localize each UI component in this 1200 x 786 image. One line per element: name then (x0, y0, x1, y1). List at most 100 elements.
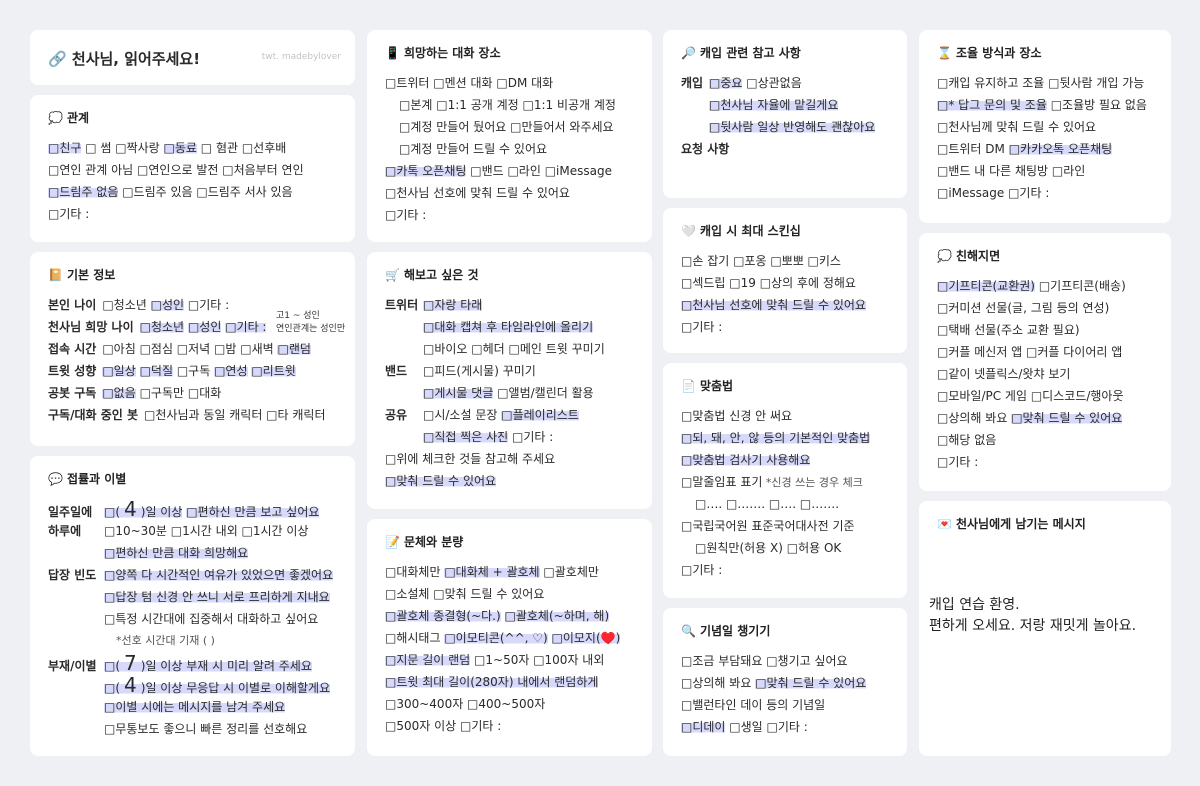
option-row[interactable]: □기타 : (48, 203, 337, 225)
option-row[interactable]: □트위터 □멘션 대화 □DM 대화 (385, 72, 634, 94)
option[interactable]: □대화체만 (385, 565, 441, 579)
option[interactable]: □대화 캡쳐 후 타임라인에 올리기 (423, 320, 594, 334)
option[interactable]: )일 이상 (141, 505, 183, 519)
option[interactable]: □청소년 (139, 320, 185, 334)
option-row[interactable]: □기타 : (681, 316, 889, 338)
option-row[interactable]: □500자 이상 □기타 : (385, 715, 634, 737)
option[interactable]: □양쪽 다 시간적인 여유가 있었으면 좋겠어요 (104, 568, 334, 582)
option[interactable]: □답장 텀 신경 안 쓰니 서로 프리하게 지내요 (104, 590, 330, 604)
option-row[interactable]: □캐입 유지하고 조율 □뒷사람 개입 가능 (937, 72, 1153, 94)
option[interactable]: □맞춰 드릴 수 있어요 (755, 676, 867, 690)
option[interactable]: □연성 (214, 364, 248, 378)
option[interactable]: □덕질 (139, 364, 174, 378)
option[interactable]: □이모티콘(^^, ♡) (444, 631, 548, 645)
option[interactable]: □대화체 + 괄호체 (444, 565, 540, 579)
option[interactable]: □기타 : (512, 430, 553, 444)
option[interactable]: □드림주 있음 □드림주 서사 있음 (122, 185, 292, 199)
option-row[interactable]: □…. □……. □…. □……. (681, 493, 889, 515)
option[interactable]: □직접 찍은 사진 (423, 430, 509, 444)
option-row[interactable]: □소설체 □맞춰 드릴 수 있어요 (385, 583, 634, 605)
option[interactable]: □생일 □기타 : (729, 720, 808, 734)
option[interactable]: □천사님 선호에 맞춰 드릴 수 있어요 (681, 298, 866, 312)
option[interactable]: □리트윗 (251, 364, 296, 378)
option[interactable]: □앨범/캘린더 활용 (497, 386, 593, 400)
option-row[interactable]: □계정 만들어 드릴 수 있어요 (385, 138, 634, 160)
option[interactable]: □상의해 봐요 (681, 676, 751, 690)
option-row[interactable]: □본계 □1:1 공개 계정 □1:1 비공개 계정 (385, 94, 634, 116)
option-row[interactable]: □모바일/PC 게임 □디스코드/행아웃 (937, 385, 1153, 407)
option[interactable]: □뒷사람 일상 반영해도 괜찮아요 (709, 120, 876, 134)
option[interactable]: □시/소설 문장 (423, 408, 497, 422)
option[interactable]: □디데이 (681, 720, 726, 734)
option-row[interactable]: □위에 체크한 것들 참고해 주세요 (385, 448, 634, 470)
option-row[interactable]: □원칙만(허용 X) □허용 OK (681, 537, 889, 559)
option[interactable]: □조율방 필요 없음 (1051, 98, 1147, 112)
option[interactable]: □자랑 타래 (423, 298, 483, 312)
option[interactable]: □천사님과 동일 캐릭터 □타 캐릭터 (144, 408, 325, 422)
option-row[interactable]: □iMessage □기타 : (937, 182, 1153, 204)
option[interactable]: □구독 (177, 364, 210, 378)
option-row[interactable]: □손 잡기 □포옹 □뽀뽀 □키스 (681, 250, 889, 272)
option-row[interactable]: □연인 관계 아님 □연인으로 발전 □처음부터 연인 (48, 159, 337, 181)
option[interactable]: □기타 : (225, 320, 267, 334)
option-row[interactable]: □300~400자 □400~500자 (385, 693, 634, 715)
option[interactable]: □없음 (102, 386, 136, 400)
option[interactable]: □( (104, 505, 120, 519)
option-row[interactable]: □같이 넷플릭스/왓챠 보기 (937, 363, 1153, 385)
option[interactable]: □일상 (102, 364, 136, 378)
option[interactable]: □중요 (709, 76, 743, 90)
option[interactable]: □친구 (48, 141, 82, 155)
option[interactable]: □말줄임표 표기 (681, 475, 762, 489)
option[interactable]: □해시태그 (385, 631, 441, 645)
option-row[interactable]: □밸런타인 데이 등의 기념일 (681, 694, 889, 716)
option[interactable]: □편하신 만큼 대화 희망해요 (104, 546, 249, 560)
option[interactable]: □트위터 DM (937, 142, 1005, 156)
option[interactable]: □카카오톡 오픈채팅 (1008, 142, 1113, 156)
option[interactable]: □구독만 □대화 (140, 386, 222, 400)
option[interactable]: □10~30분 □1시간 내외 □1시간 이상 (104, 524, 309, 538)
option[interactable]: □괄호체(~하며, 해) (504, 609, 610, 623)
option-row[interactable]: □기타 : (385, 204, 634, 226)
option[interactable]: □ 혐관 □선후배 (201, 141, 287, 155)
option[interactable]: □편하신 만큼 보고 싶어요 (186, 505, 320, 519)
option[interactable]: □천사님 자율에 맡길게요 (709, 98, 839, 112)
option[interactable]: □게시물 댓글 (423, 386, 494, 400)
option[interactable]: □랜덤 (277, 342, 311, 356)
option[interactable]: □무통보도 좋으니 빠른 정리를 선호해요 (104, 722, 307, 736)
option-row[interactable]: □커플 메신저 앱 □커플 다이어리 앱 (937, 341, 1153, 363)
option[interactable]: □밴드 □라인 □iMessage (470, 164, 612, 178)
option-row[interactable]: □국립국어원 표준국어대사전 기준 (681, 515, 889, 537)
option[interactable]: □특정 시간대에 집중해서 대화하고 싶어요 (104, 612, 318, 626)
option-row[interactable]: □해당 없음 (937, 429, 1153, 451)
option-row[interactable]: □택배 선물(주소 교환 필요) (937, 319, 1153, 341)
option[interactable]: □아침 □점심 □저녁 □밤 □새벽 (102, 342, 273, 356)
option[interactable]: □이모지(♥️) (551, 631, 621, 645)
option-row[interactable]: □맞춤법 신경 안 써요 (681, 405, 889, 427)
option-row[interactable]: □밴드 내 다른 채팅방 □라인 (937, 160, 1153, 182)
option[interactable]: )일 이상 무응답 시 이별로 이해할게요 (141, 681, 330, 695)
option-row[interactable]: □기타 : (937, 451, 1153, 473)
option-row[interactable]: □기타 : (681, 559, 889, 581)
option[interactable]: □기프티콘(교환권) (937, 279, 1035, 293)
option-row[interactable]: □바이오 □헤더 □메인 트윗 꾸미기 (385, 338, 634, 360)
option[interactable]: □기타 : (188, 298, 229, 312)
option-row[interactable]: □천사님 선호에 맞춰 드릴 수 있어요 (385, 182, 634, 204)
option[interactable]: □( (104, 681, 120, 695)
option[interactable]: □청소년 (102, 298, 146, 312)
option[interactable]: □맞춰 드릴 수 있어요 (1011, 411, 1123, 425)
option[interactable]: □카톡 오픈채팅 (385, 164, 467, 178)
option[interactable]: □괄호체만 (543, 565, 599, 579)
option-row[interactable]: □커미션 선물(글, 그림 등의 연성) (937, 297, 1153, 319)
option[interactable]: □이별 시에는 메시지를 남겨 주세요 (104, 700, 286, 714)
option-row[interactable]: □천사님께 맞춰 드릴 수 있어요 (937, 116, 1153, 138)
option[interactable]: □지문 길이 랜덤 (385, 653, 471, 667)
option[interactable]: □맞춤법 검사기 사용해요 (681, 453, 811, 467)
option[interactable]: □( (104, 659, 120, 673)
option[interactable]: □ 썸 □짝사랑 (85, 141, 159, 155)
option[interactable]: □트윗 최대 길이(280자) 내에서 랜덤하게 (385, 675, 599, 689)
option[interactable]: □플레이리스트 (501, 408, 579, 422)
option-row[interactable]: □계정 만들어 뒀어요 □만들어서 와주세요 (385, 116, 634, 138)
option[interactable]: □1~50자 □100자 내외 (474, 653, 604, 667)
option[interactable]: □상의해 봐요 (937, 411, 1007, 425)
option[interactable]: □* 답그 문의 및 조율 (937, 98, 1047, 112)
